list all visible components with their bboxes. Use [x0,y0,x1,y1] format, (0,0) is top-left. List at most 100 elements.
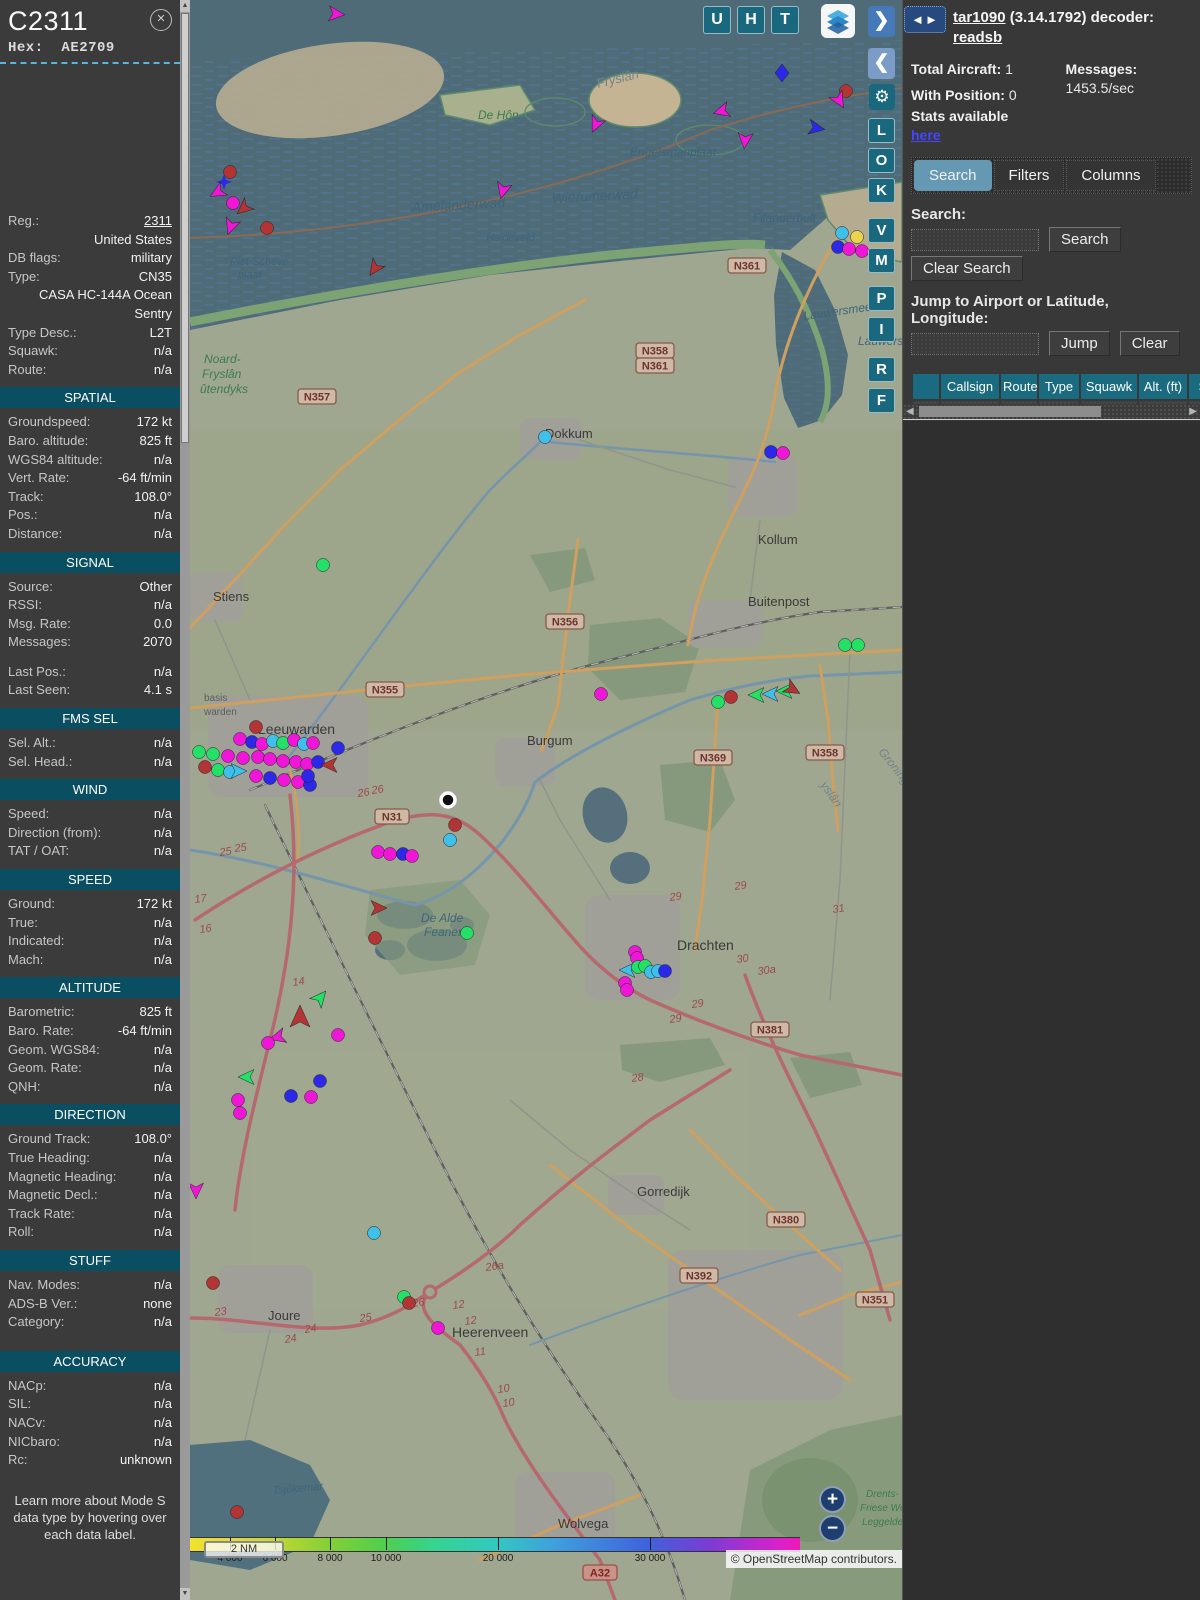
aircraft-marker[interactable] [230,1505,244,1519]
map-button-m[interactable]: M [868,248,895,273]
aircraft-marker[interactable] [301,769,315,783]
aircraft-marker[interactable] [405,849,419,863]
map-button-l[interactable]: L [868,118,895,143]
scroll-right-icon[interactable]: ▶ [1189,405,1197,418]
aircraft-marker[interactable] [835,226,849,240]
aircraft-marker[interactable] [221,749,235,763]
aircraft-marker[interactable] [236,751,250,765]
map-button-p[interactable]: P [868,286,895,311]
aircraft-marker[interactable] [331,741,345,755]
hscroll-thumb[interactable] [919,406,1101,417]
aircraft-marker[interactable] [448,818,462,832]
aircraft-marker[interactable] [831,240,845,254]
aircraft-marker[interactable] [460,926,474,940]
readsb-link[interactable]: readsb [953,29,1002,46]
map-button-k[interactable]: K [868,178,895,203]
table-horizontal-scrollbar[interactable]: ◀ ▶ [903,404,1200,419]
osm-link[interactable]: OpenStreetMap [743,1552,828,1566]
aircraft-marker[interactable] [724,690,738,704]
column-header[interactable]: Callsign [941,374,999,399]
aircraft-marker[interactable] [260,221,274,235]
aircraft-marker[interactable] [249,720,263,734]
map-button-u[interactable]: U [703,6,731,34]
aircraft-marker[interactable] [284,1089,298,1103]
aircraft-marker[interactable] [226,196,240,210]
column-header[interactable]: Route [1001,374,1038,399]
jump-input[interactable] [911,332,1039,355]
tab-filters[interactable]: Filters [993,160,1065,191]
aircraft-marker[interactable] [223,165,237,179]
aircraft-marker[interactable] [289,755,303,769]
aircraft-marker[interactable] [368,931,382,945]
layers-button[interactable] [821,4,855,38]
aircraft-marker[interactable] [538,430,552,444]
scroll-down-icon[interactable]: ▼ [180,1588,190,1600]
prev-aircraft-button[interactable]: ❮ [868,48,895,79]
aircraft-marker[interactable] [594,687,608,701]
aircraft-marker[interactable] [776,446,790,460]
aircraft-marker[interactable] [211,763,225,777]
scrollbar-thumb[interactable] [181,13,189,443]
zoom-in-button[interactable]: + [819,1486,846,1513]
aircraft-marker[interactable] [842,242,856,256]
aircraft-marker[interactable] [711,695,725,709]
aircraft-marker[interactable] [206,747,220,761]
aircraft-marker[interactable] [838,638,852,652]
map-button-h[interactable]: H [737,6,765,34]
column-header[interactable]: Spd. [1189,374,1200,399]
aircraft-marker[interactable] [192,745,206,759]
aircraft-marker[interactable] [371,845,385,859]
tab-search[interactable]: Search [914,160,992,191]
aircraft-marker[interactable] [233,1106,247,1120]
column-header[interactable] [913,374,939,399]
column-header[interactable]: Type [1039,374,1079,399]
aircraft-marker[interactable] [251,750,265,764]
aircraft-marker[interactable] [331,1028,345,1042]
aircraft-marker[interactable] [620,983,634,997]
aircraft-marker[interactable] [383,847,397,861]
aircraft-marker[interactable] [263,771,277,785]
aircraft-marker[interactable] [850,230,864,244]
detail-value[interactable]: 2311 [45,212,172,231]
map-button-t[interactable]: T [771,6,799,34]
map-button-o[interactable]: O [868,148,895,173]
aircraft-marker[interactable] [311,755,325,769]
scroll-left-icon[interactable]: ◀ [906,405,914,418]
aircraft-marker[interactable] [206,1276,220,1290]
aircraft-marker[interactable] [277,773,291,787]
selected-aircraft-marker[interactable] [439,791,457,809]
search-input[interactable] [911,228,1039,251]
aircraft-marker[interactable] [316,558,330,572]
aircraft-marker[interactable] [304,1090,318,1104]
sidebar-toggle-button[interactable]: ◄► [904,6,946,33]
left-panel-scrollbar[interactable]: ▲ ▼ [180,0,190,1600]
aircraft-marker[interactable] [367,1226,381,1240]
map-button-i[interactable]: I [868,317,895,342]
settings-gear-button[interactable]: ⚙ [869,84,895,110]
map-canvas[interactable]: FryslânDe HônEngelsmanplaatAmelanderwad W… [190,0,902,1600]
aircraft-marker[interactable] [263,752,277,766]
aircraft-marker[interactable] [658,964,672,978]
jump-clear-button[interactable]: Clear [1119,331,1180,356]
scroll-up-icon[interactable]: ▲ [180,0,190,12]
map-button-f[interactable]: F [868,388,895,413]
aircraft-table-header[interactable]: CallsignRouteTypeSquawkAlt. (ft)Spd. [913,374,1200,399]
map-button-r[interactable]: R [868,357,895,382]
aircraft-marker[interactable] [198,760,212,774]
jump-button[interactable]: Jump [1049,331,1110,356]
zoom-out-button[interactable]: − [819,1515,846,1542]
next-aircraft-button[interactable]: ❯ [868,6,895,37]
aircraft-marker[interactable] [261,1036,275,1050]
aircraft-marker[interactable] [306,736,320,750]
aircraft-marker[interactable] [276,754,290,768]
aircraft-marker[interactable] [764,445,778,459]
tab-columns[interactable]: Columns [1066,160,1156,191]
clear-search-button[interactable]: Clear Search [911,256,1023,281]
aircraft-marker[interactable] [300,757,314,771]
search-button[interactable]: Search [1049,227,1121,252]
map-container[interactable]: Fryslân De Hôn Engelsmanplaat Amelanderwad W… [190,0,902,1600]
map-button-v[interactable]: V [868,218,895,243]
aircraft-marker[interactable] [233,732,247,746]
aircraft-marker[interactable] [249,769,263,783]
column-header[interactable]: Squawk [1081,374,1137,399]
